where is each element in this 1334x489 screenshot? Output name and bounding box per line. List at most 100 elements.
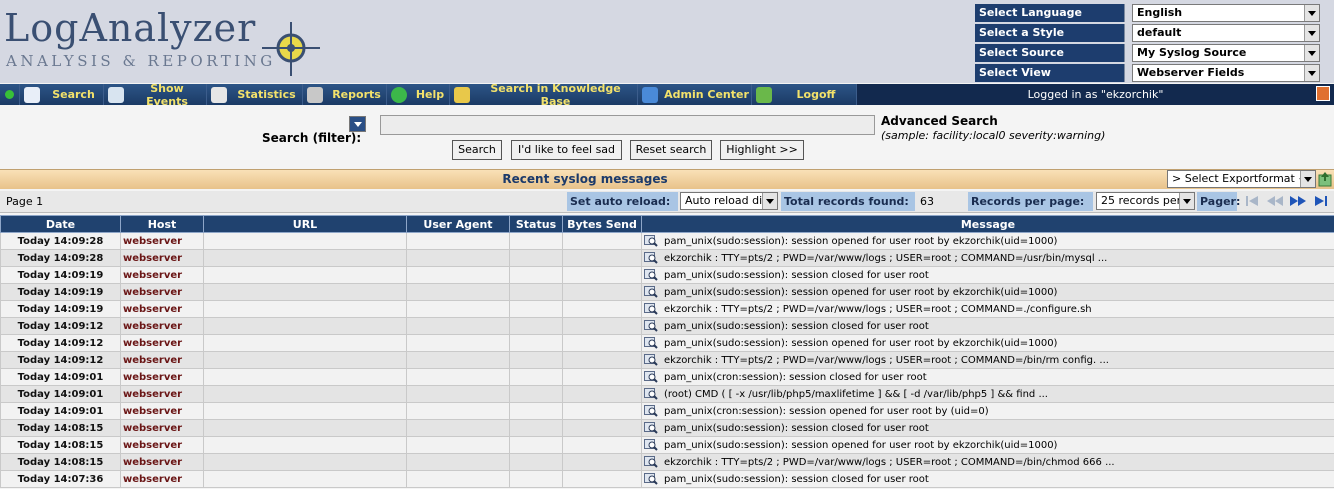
menu-item-admin-center[interactable]: Admin Center bbox=[638, 84, 752, 105]
date-cell[interactable]: Today 14:09:12 bbox=[0, 317, 121, 335]
date-cell[interactable]: Today 14:09:19 bbox=[0, 283, 121, 301]
host-cell[interactable]: webserver bbox=[120, 232, 204, 250]
host-cell[interactable]: webserver bbox=[120, 266, 204, 284]
message-cell[interactable]: pam_unix(cron:session): session opened f… bbox=[641, 402, 1334, 420]
message-text[interactable]: pam_unix(sudo:session): session closed f… bbox=[664, 474, 929, 485]
message-details-icon[interactable] bbox=[644, 473, 658, 485]
search-input[interactable] bbox=[380, 115, 875, 135]
search-button[interactable]: Search bbox=[452, 140, 502, 160]
host-cell[interactable]: webserver bbox=[120, 283, 204, 301]
export-format-select[interactable]: > Select Exportformat < bbox=[1167, 170, 1316, 188]
menu-item-search[interactable]: Search bbox=[20, 84, 104, 105]
date-cell[interactable]: Today 14:09:12 bbox=[0, 351, 121, 369]
message-details-icon[interactable] bbox=[644, 405, 658, 417]
host-cell[interactable]: webserver bbox=[120, 334, 204, 352]
message-text[interactable]: pam_unix(sudo:session): session closed f… bbox=[664, 321, 929, 332]
message-text[interactable]: pam_unix(sudo:session): session closed f… bbox=[664, 423, 929, 434]
chevron-down-icon[interactable] bbox=[1304, 65, 1319, 81]
message-cell[interactable]: pam_unix(sudo:session): session closed f… bbox=[641, 266, 1334, 284]
previous-page-icon[interactable] bbox=[1266, 193, 1284, 209]
message-text[interactable]: ekzorchik : TTY=pts/2 ; PWD=/var/www/log… bbox=[664, 457, 1115, 468]
date-cell[interactable]: Today 14:08:15 bbox=[0, 436, 121, 454]
date-cell[interactable]: Today 14:08:15 bbox=[0, 419, 121, 437]
host-cell[interactable]: webserver bbox=[120, 385, 204, 403]
chevron-down-icon[interactable] bbox=[1179, 193, 1194, 209]
date-cell[interactable]: Today 14:09:19 bbox=[0, 300, 121, 318]
feel-sad-button[interactable]: I'd like to feel sad bbox=[511, 140, 622, 160]
highlight-button[interactable]: Highlight >> bbox=[720, 140, 804, 160]
message-text[interactable]: ekzorchik : TTY=pts/2 ; PWD=/var/www/log… bbox=[664, 253, 1107, 264]
date-cell[interactable]: Today 14:08:15 bbox=[0, 453, 121, 471]
export-icon[interactable] bbox=[1318, 171, 1332, 187]
message-cell[interactable]: pam_unix(sudo:session): session opened f… bbox=[641, 232, 1334, 250]
message-cell[interactable]: ekzorchik : TTY=pts/2 ; PWD=/var/www/log… bbox=[641, 300, 1334, 318]
message-details-icon[interactable] bbox=[644, 269, 658, 281]
message-text[interactable]: pam_unix(sudo:session): session opened f… bbox=[664, 287, 1057, 298]
host-cell[interactable]: webserver bbox=[120, 436, 204, 454]
date-cell[interactable]: Today 14:07:36 bbox=[0, 470, 121, 488]
message-details-icon[interactable] bbox=[644, 354, 658, 366]
message-cell[interactable]: pam_unix(sudo:session): session closed f… bbox=[641, 470, 1334, 488]
host-cell[interactable]: webserver bbox=[120, 249, 204, 267]
advanced-search-link[interactable]: Advanced Search bbox=[881, 114, 998, 128]
date-cell[interactable]: Today 14:09:19 bbox=[0, 266, 121, 284]
message-text[interactable]: pam_unix(sudo:session): session closed f… bbox=[664, 270, 929, 281]
message-cell[interactable]: pam_unix(sudo:session): session opened f… bbox=[641, 334, 1334, 352]
message-text[interactable]: pam_unix(sudo:session): session opened f… bbox=[664, 236, 1057, 247]
column-header-date[interactable]: Date bbox=[0, 215, 121, 233]
host-cell[interactable]: webserver bbox=[120, 300, 204, 318]
column-header-url[interactable]: URL bbox=[203, 215, 407, 233]
language-select[interactable]: English bbox=[1132, 4, 1320, 22]
date-cell[interactable]: Today 14:09:12 bbox=[0, 334, 121, 352]
host-cell[interactable]: webserver bbox=[120, 470, 204, 488]
records-per-page-select[interactable]: 25 records per page bbox=[1096, 192, 1195, 210]
chevron-down-icon[interactable] bbox=[762, 193, 777, 209]
message-details-icon[interactable] bbox=[644, 456, 658, 468]
message-details-icon[interactable] bbox=[644, 337, 658, 349]
chevron-down-icon[interactable] bbox=[1300, 171, 1315, 187]
host-cell[interactable]: webserver bbox=[120, 317, 204, 335]
message-cell[interactable]: ekzorchik : TTY=pts/2 ; PWD=/var/www/log… bbox=[641, 351, 1334, 369]
first-page-icon[interactable] bbox=[1243, 193, 1261, 209]
message-cell[interactable]: ekzorchik : TTY=pts/2 ; PWD=/var/www/log… bbox=[641, 249, 1334, 267]
message-text[interactable]: ekzorchik : TTY=pts/2 ; PWD=/var/www/log… bbox=[664, 304, 1092, 315]
date-cell[interactable]: Today 14:09:01 bbox=[0, 402, 121, 420]
next-page-icon[interactable] bbox=[1289, 193, 1307, 209]
host-cell[interactable]: webserver bbox=[120, 453, 204, 471]
host-cell[interactable]: webserver bbox=[120, 402, 204, 420]
filter-dropdown-toggle[interactable] bbox=[349, 116, 366, 132]
message-details-icon[interactable] bbox=[644, 286, 658, 298]
host-cell[interactable]: webserver bbox=[120, 351, 204, 369]
message-details-icon[interactable] bbox=[644, 439, 658, 451]
last-page-icon[interactable] bbox=[1312, 193, 1330, 209]
message-text[interactable]: pam_unix(sudo:session): session opened f… bbox=[664, 338, 1057, 349]
message-text[interactable]: (root) CMD ( [ -x /usr/lib/php5/maxlifet… bbox=[664, 389, 1048, 400]
message-details-icon[interactable] bbox=[644, 303, 658, 315]
chevron-down-icon[interactable] bbox=[1304, 25, 1319, 41]
menu-item-show-events[interactable]: Show Events bbox=[104, 82, 207, 108]
message-cell[interactable]: pam_unix(sudo:session): session closed f… bbox=[641, 317, 1334, 335]
loganalyzer-logo[interactable]: LogAnalyzer ANALYSIS & REPORTING bbox=[4, 8, 324, 78]
date-cell[interactable]: Today 14:09:28 bbox=[0, 232, 121, 250]
message-details-icon[interactable] bbox=[644, 371, 658, 383]
menu-item-knowledge-base[interactable]: Search in Knowledge Base bbox=[450, 82, 638, 108]
calendar-icon[interactable] bbox=[1316, 86, 1330, 101]
auto-reload-select[interactable]: Auto reload disabled bbox=[680, 192, 778, 210]
message-details-icon[interactable] bbox=[644, 320, 658, 332]
message-cell[interactable]: pam_unix(cron:session): session closed f… bbox=[641, 368, 1334, 386]
date-cell[interactable]: Today 14:09:28 bbox=[0, 249, 121, 267]
chevron-down-icon[interactable] bbox=[1304, 5, 1319, 21]
style-select[interactable]: default bbox=[1132, 24, 1320, 42]
reset-search-button[interactable]: Reset search bbox=[630, 140, 712, 160]
menu-item-help[interactable]: Help bbox=[387, 84, 450, 105]
message-cell[interactable]: (root) CMD ( [ -x /usr/lib/php5/maxlifet… bbox=[641, 385, 1334, 403]
message-details-icon[interactable] bbox=[644, 235, 658, 247]
host-cell[interactable]: webserver bbox=[120, 419, 204, 437]
column-header-status[interactable]: Status bbox=[509, 215, 563, 233]
menu-item-logoff[interactable]: Logoff bbox=[752, 84, 857, 105]
menu-item-reports[interactable]: Reports bbox=[303, 84, 387, 105]
column-header-message[interactable]: Message bbox=[641, 215, 1334, 233]
view-select[interactable]: Webserver Fields bbox=[1132, 64, 1320, 82]
message-cell[interactable]: ekzorchik : TTY=pts/2 ; PWD=/var/www/log… bbox=[641, 453, 1334, 471]
date-cell[interactable]: Today 14:09:01 bbox=[0, 368, 121, 386]
